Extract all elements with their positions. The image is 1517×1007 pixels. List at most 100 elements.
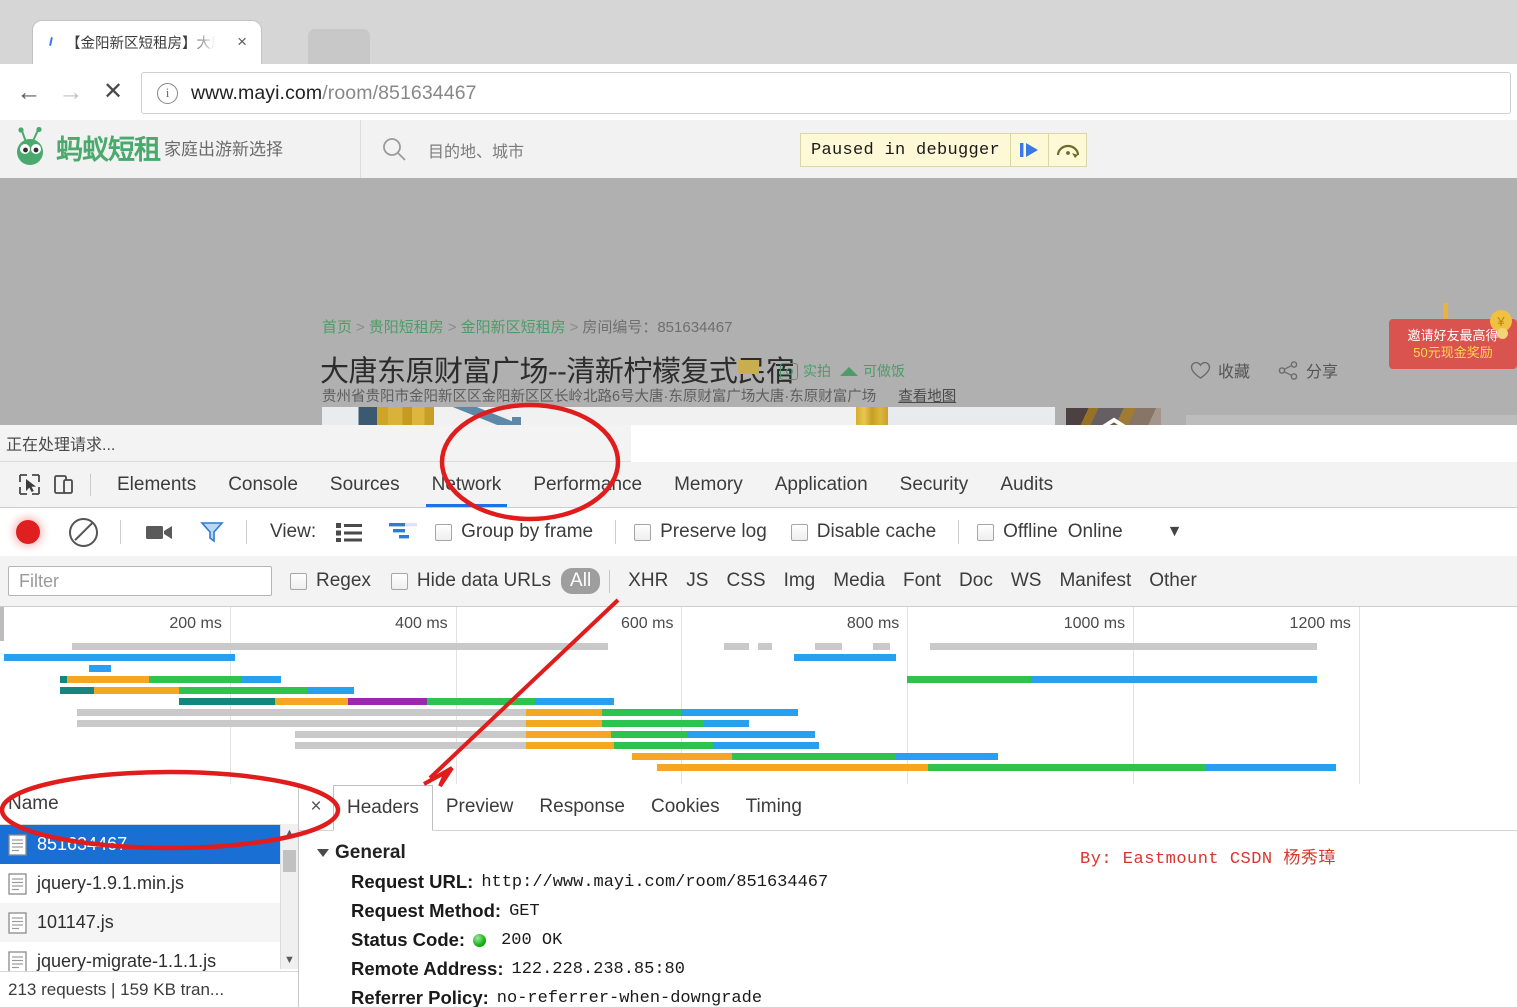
- waterfall-bar-segment: [1031, 676, 1318, 683]
- tab-cookies[interactable]: Cookies: [638, 790, 733, 824]
- hide-data-urls-checkbox[interactable]: Hide data URLs: [390, 570, 551, 592]
- filter-funnel-icon[interactable]: [200, 520, 224, 544]
- preserve-log-label: Preserve log: [660, 521, 767, 542]
- tab-network[interactable]: Network: [416, 462, 518, 507]
- filter-type-other[interactable]: Other: [1140, 570, 1206, 592]
- checkbox-box[interactable]: [634, 523, 652, 541]
- checkbox-box[interactable]: [790, 523, 808, 541]
- tag-real-photo-label: 实拍: [803, 363, 831, 379]
- back-icon[interactable]: ←: [14, 77, 44, 107]
- filter-type-js[interactable]: JS: [677, 570, 717, 592]
- scroll-up-icon[interactable]: ▲: [284, 827, 295, 839]
- waterfall-bar-segment: [713, 742, 820, 749]
- favorite-label: 收藏: [1218, 364, 1251, 381]
- throttling-select[interactable]: Online: [1068, 521, 1123, 543]
- search-icon[interactable]: [381, 136, 407, 162]
- tab-performance[interactable]: Performance: [517, 462, 658, 507]
- tab-timing[interactable]: Timing: [733, 790, 815, 824]
- inspect-element-icon[interactable]: [12, 468, 46, 502]
- filter-type-img[interactable]: Img: [775, 570, 825, 592]
- checkbox-box[interactable]: [977, 523, 995, 541]
- browser-tab[interactable]: 【金阳新区短租房】大唐 ×: [33, 21, 261, 64]
- record-button[interactable]: [16, 520, 40, 544]
- tab-elements[interactable]: Elements: [101, 462, 212, 507]
- site-logo[interactable]: 蚂蚁短租 家庭出游新选择: [14, 126, 283, 168]
- new-tab-button[interactable]: [308, 29, 370, 64]
- filter-type-manifest[interactable]: Manifest: [1050, 570, 1140, 592]
- waterfall-tick-label: 400 ms: [395, 615, 448, 632]
- tab-memory[interactable]: Memory: [658, 462, 759, 507]
- kitchen-icon: [840, 366, 858, 376]
- resume-script-icon[interactable]: [1010, 134, 1048, 166]
- checkbox-box[interactable]: [390, 572, 408, 590]
- address-bar[interactable]: i www.mayi.com/room/851634467: [141, 72, 1511, 114]
- scrollbar-thumb[interactable]: [283, 850, 296, 872]
- site-info-icon[interactable]: i: [157, 82, 178, 104]
- regex-checkbox[interactable]: Regex: [290, 570, 371, 592]
- request-list-scrollbar[interactable]: ▲ ▼: [280, 824, 298, 969]
- checkbox-box[interactable]: [290, 572, 307, 590]
- filter-type-all[interactable]: All: [561, 568, 601, 594]
- waterfall-bar-segment: [895, 753, 998, 760]
- tab-sources[interactable]: Sources: [314, 462, 416, 507]
- control-divider: [958, 520, 960, 544]
- search-input[interactable]: 目的地、城市: [428, 138, 524, 162]
- tab-headers[interactable]: Headers: [333, 784, 433, 831]
- general-section-header[interactable]: General: [317, 842, 1517, 864]
- device-toolbar-icon[interactable]: [46, 468, 80, 502]
- request-row-label: 101147.js: [37, 912, 114, 932]
- request-row[interactable]: 851634467: [0, 825, 298, 864]
- breadcrumb-item-0[interactable]: 首页: [322, 319, 352, 336]
- tab-application[interactable]: Application: [759, 462, 884, 507]
- filter-type-media[interactable]: Media: [824, 570, 894, 592]
- tab-console[interactable]: Console: [212, 462, 314, 507]
- request-row[interactable]: jquery-1.9.1.min.js: [0, 864, 298, 903]
- filter-type-font[interactable]: Font: [894, 570, 950, 592]
- filter-type-ws[interactable]: WS: [1002, 570, 1051, 592]
- share-button[interactable]: 分享: [1278, 358, 1338, 382]
- group-by-frame-checkbox[interactable]: Group by frame: [435, 521, 593, 543]
- filter-type-xhr[interactable]: XHR: [619, 570, 677, 592]
- filter-type-css[interactable]: CSS: [717, 570, 774, 592]
- forward-icon[interactable]: →: [56, 77, 86, 107]
- waterfall-bar-segment: [907, 676, 1032, 683]
- favorite-button[interactable]: 收藏: [1190, 358, 1250, 382]
- tab-preview[interactable]: Preview: [433, 790, 527, 824]
- waterfall-bar-segment: [274, 698, 349, 705]
- waterfall-bar-segment: [602, 720, 705, 727]
- checkbox-box[interactable]: [435, 523, 453, 541]
- waterfall-bar-segment: [60, 676, 68, 683]
- clear-icon[interactable]: [69, 517, 98, 547]
- close-icon[interactable]: ×: [237, 32, 247, 52]
- tab-response[interactable]: Response: [526, 790, 638, 824]
- waterfall-bar-segment: [179, 698, 275, 705]
- request-list-header[interactable]: Name: [0, 784, 298, 825]
- general-field-value: 122.228.238.85:80: [511, 959, 685, 979]
- waterfall-bar-segment: [929, 643, 1318, 650]
- stop-icon[interactable]: ✕: [98, 77, 128, 107]
- request-row[interactable]: 101147.js: [0, 903, 298, 942]
- disable-cache-checkbox[interactable]: Disable cache: [790, 521, 936, 543]
- close-icon[interactable]: ×: [299, 796, 333, 818]
- offline-checkbox[interactable]: Offline: [977, 521, 1058, 543]
- view-map-link[interactable]: 查看地图: [898, 389, 956, 405]
- network-waterfall[interactable]: 200 ms 400 ms 600 ms 800 ms 1000 ms 1200 ms: [0, 607, 1517, 785]
- filter-type-doc[interactable]: Doc: [950, 570, 1002, 592]
- browser-tab-strip: 【金阳新区短租房】大唐 ×: [0, 0, 1517, 64]
- preserve-log-checkbox[interactable]: Preserve log: [634, 521, 767, 543]
- step-over-icon[interactable]: [1048, 134, 1086, 166]
- screenshot-camera-icon[interactable]: [145, 521, 175, 543]
- breadcrumb-item-2[interactable]: 金阳新区短租房: [461, 319, 566, 336]
- tab-security[interactable]: Security: [884, 462, 985, 507]
- breadcrumb-item-1[interactable]: 贵阳短租房: [369, 319, 444, 336]
- waterfall-view-icon[interactable]: [389, 522, 418, 542]
- filter-input[interactable]: Filter: [8, 566, 272, 596]
- request-list: Name 851634467 jquery-1.9.1.min.js 101147.…: [0, 784, 299, 1007]
- chevron-down-icon[interactable]: ▼: [1167, 523, 1183, 541]
- list-view-icon[interactable]: [336, 522, 363, 542]
- scroll-down-icon[interactable]: ▼: [284, 954, 295, 966]
- tab-audits[interactable]: Audits: [984, 462, 1069, 507]
- chevron-down-icon[interactable]: [317, 849, 329, 857]
- document-icon: [8, 872, 27, 895]
- listing-actions: 收藏 分享: [1190, 358, 1338, 382]
